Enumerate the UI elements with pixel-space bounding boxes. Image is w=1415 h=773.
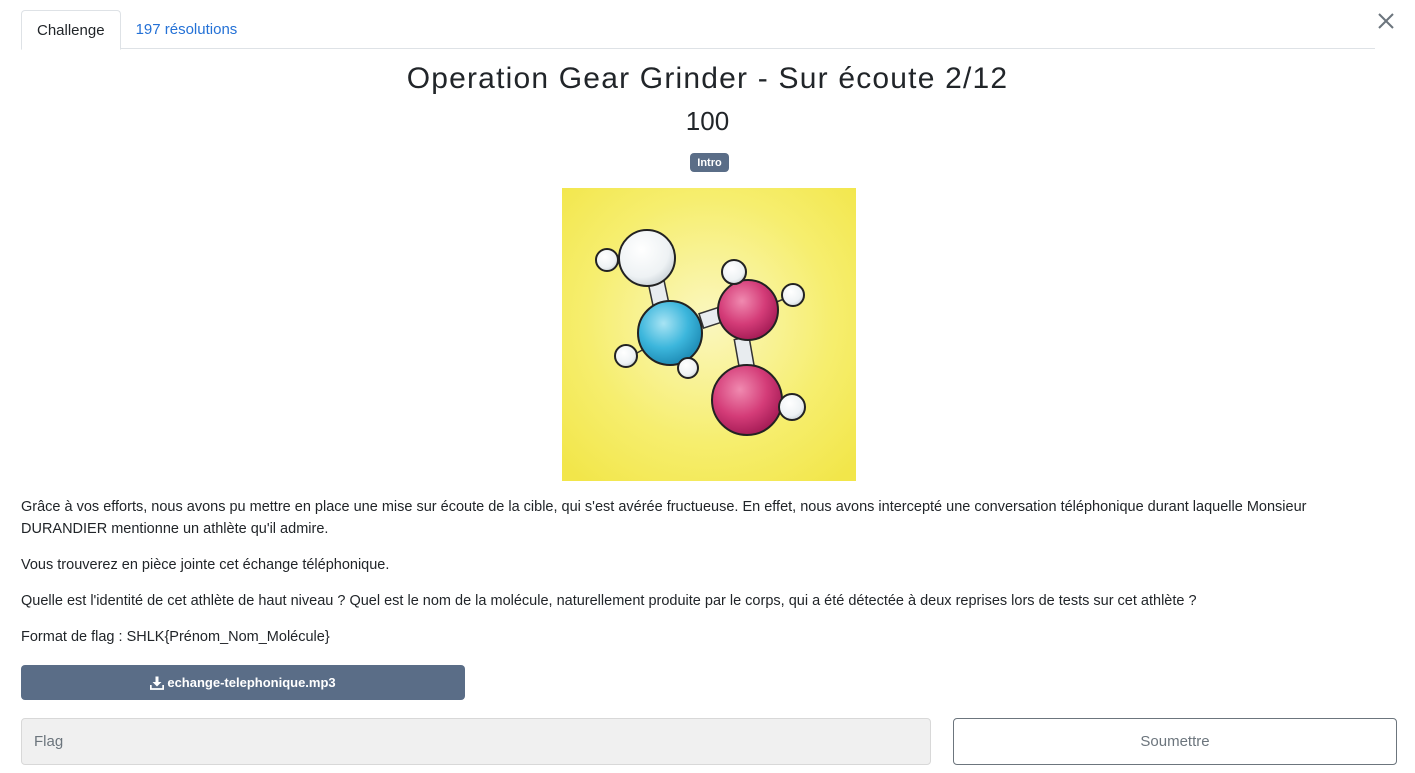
flag-input[interactable] — [21, 718, 931, 765]
challenge-modal: Challenge 197 résolutions Operation Gear… — [0, 0, 1415, 773]
download-attachment-button[interactable]: echange-telephonique.mp3 — [21, 665, 465, 700]
submit-button[interactable]: Soumettre — [953, 718, 1397, 765]
challenge-description: Grâce à vos efforts, nous avons pu mettr… — [21, 496, 1386, 662]
challenge-image — [562, 188, 856, 481]
tab-solves[interactable]: 197 résolutions — [121, 10, 253, 49]
description-paragraph: Quelle est l'identité de cet athlète de … — [21, 593, 1197, 609]
category-tag: Intro — [690, 153, 729, 172]
challenge-points: 100 — [685, 106, 730, 136]
close-icon — [1378, 13, 1394, 29]
attachment-filename: echange-telephonique.mp3 — [167, 675, 336, 690]
flag-format: Format de flag : SHLK{Prénom_Nom_Molécul… — [21, 629, 330, 645]
description-paragraph: Grâce à vos efforts, nous avons pu mettr… — [21, 499, 1307, 537]
tab-challenge[interactable]: Challenge — [21, 10, 121, 50]
download-icon — [150, 676, 165, 690]
tab-bar: Challenge 197 résolutions — [21, 10, 1375, 50]
description-paragraph: Vous trouverez en pièce jointe cet échan… — [21, 557, 390, 573]
close-button[interactable] — [1375, 10, 1397, 32]
challenge-title: Operation Gear Grinder - Sur écoute 2/12 — [406, 62, 1009, 95]
